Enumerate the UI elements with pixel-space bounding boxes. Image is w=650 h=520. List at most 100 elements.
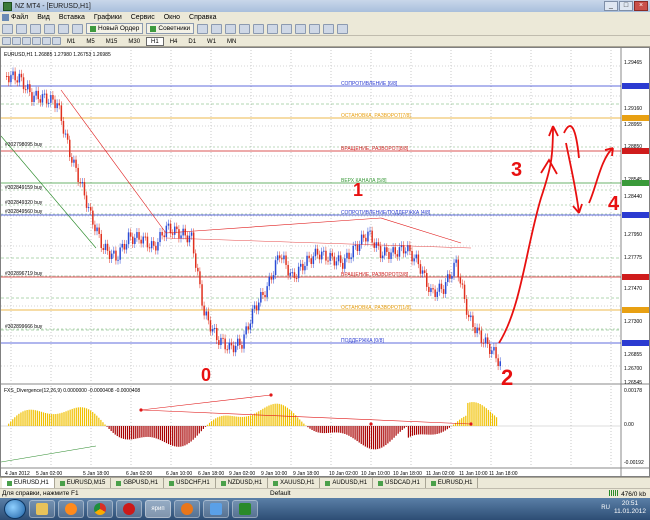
histogram-bar [307,426,309,428]
histogram-bar [309,426,311,429]
chart-shift-icon[interactable] [295,23,307,34]
candle-body [352,245,354,258]
taskbar-chrome[interactable] [87,500,113,518]
histogram-bar [274,403,276,426]
templates-icon[interactable] [337,23,349,34]
new-chart-icon[interactable] [2,23,13,34]
price-level-marker [622,83,649,89]
menu-charts[interactable]: Графики [94,14,122,21]
taskbar-app[interactable]: ярип [145,500,171,518]
histogram-bar [227,415,229,426]
maximize-button[interactable]: □ [619,1,633,11]
murrey-level-label: ОСТАНОВКА, РАЗВОРОТ[1/8] [341,305,411,311]
tile-windows-icon[interactable] [267,23,279,34]
candle-body [150,241,153,249]
crosshair-icon[interactable] [12,37,21,45]
vertical-line-icon[interactable] [22,37,31,45]
language-indicator[interactable]: RU [601,505,610,511]
price-chart[interactable]: EURUSD,H1 1.26885 1.27980 1.26753 1.2698… [1,48,650,477]
chart-tab-eurusd-h1[interactable]: EURUSD,H1 [2,478,55,488]
menu-window[interactable]: Окно [164,14,180,21]
histogram-bar [327,426,330,433]
histogram-bar [252,414,254,426]
expert-advisors-button[interactable]: Советники [146,23,195,34]
profiles-icon[interactable] [16,23,27,34]
horizontal-line-icon[interactable] [32,37,41,45]
taskbar-explorer[interactable] [29,500,55,518]
menu-help[interactable]: Справка [189,14,216,21]
menu-insert[interactable]: Вставка [59,14,85,21]
navigator-icon[interactable] [58,23,69,34]
candle-body [87,207,90,209]
chart-tab-xauusd-h1[interactable]: XAUUSD,H1 [268,478,321,488]
candle-body [100,233,102,249]
terminal-icon[interactable] [72,23,83,34]
taskbar-mt4[interactable] [232,500,258,518]
timeframe-m5[interactable]: M5 [81,37,99,46]
candle-body [293,272,296,278]
chart-tab-usdcad-h1[interactable]: USDCAD,H1 [373,478,426,488]
timeframe-h4[interactable]: H4 [165,37,183,46]
bar-chart-icon[interactable] [197,23,209,34]
histogram-bar [436,426,438,434]
candle-body [136,232,138,238]
start-button[interactable] [4,499,26,519]
timeframe-w1[interactable]: W1 [202,37,221,46]
chart-tab-usdchf-h1[interactable]: USDCHF,H1 [164,478,216,488]
timeframe-mn[interactable]: MN [222,37,241,46]
minimize-button[interactable]: _ [604,1,618,11]
chart-tab-nzdusd-h1[interactable]: NZDUSD,H1 [216,478,269,488]
taskbar-media-player[interactable] [58,500,84,518]
timeframe-d1[interactable]: D1 [183,37,201,46]
histogram-bar [104,424,106,426]
zoom-out-icon[interactable] [253,23,265,34]
new-order-button[interactable]: Новый Ордер [86,23,144,34]
candle-body [35,90,37,96]
histogram-bar [297,417,299,426]
candle-body [463,284,466,300]
timeframe-m1[interactable]: M1 [62,37,80,46]
line-chart-icon[interactable] [225,23,237,34]
menu-view[interactable]: Вид [37,14,50,21]
data-window-icon[interactable] [44,23,55,34]
histogram-bar [356,426,358,442]
chart-tab-eurusd-h1-2[interactable]: EURUSD,H1 [426,478,479,488]
candle-body [354,244,357,246]
market-watch-icon[interactable] [30,23,41,34]
taskbar-firefox[interactable] [174,500,200,518]
zoom-in-icon[interactable] [239,23,251,34]
menu-file[interactable]: Файл [2,13,28,21]
histogram-bar [481,405,483,426]
chart-window[interactable]: EURUSD,H1 1.26885 1.27980 1.26753 1.2698… [0,47,650,477]
text-icon[interactable] [52,37,61,45]
candle-body [148,247,151,249]
trendline-icon[interactable] [42,37,51,45]
indicators-icon[interactable] [309,23,321,34]
order-label: #302849560 buy [5,209,43,215]
candle-body [392,247,394,253]
chart-tab-gbpusd-h1[interactable]: GBPUSD,H1 [111,478,165,488]
taskbar-opera[interactable] [116,500,142,518]
candle-body [459,277,462,284]
taskbar-paint[interactable] [203,500,229,518]
cursor-icon[interactable] [2,37,11,45]
chart-tab-audusd-h1[interactable]: AUDUSD,H1 [320,478,374,488]
window-title: NZ MT4 - [EURUSD,H1] [15,2,91,10]
menu-tools[interactable]: Сервис [131,14,155,21]
candle-chart-icon[interactable] [211,23,223,34]
histogram-bar [8,423,10,426]
periods-icon[interactable] [323,23,335,34]
timeframe-h1[interactable]: H1 [146,36,164,46]
timeframe-m15[interactable]: M15 [101,37,123,46]
candle-body [419,264,422,274]
close-button[interactable]: × [634,1,648,11]
auto-scroll-icon[interactable] [281,23,293,34]
candle-body [444,282,447,294]
candle-body [255,305,258,311]
candle-body [125,244,128,250]
timeframe-m30[interactable]: M30 [123,37,145,46]
divergence-marker [269,393,273,397]
chart-tab-eurusd-m15[interactable]: EURUSD,M15 [55,478,112,488]
histogram-bar [192,426,194,440]
clock[interactable]: 20:51 11.01.2012 [614,500,646,516]
